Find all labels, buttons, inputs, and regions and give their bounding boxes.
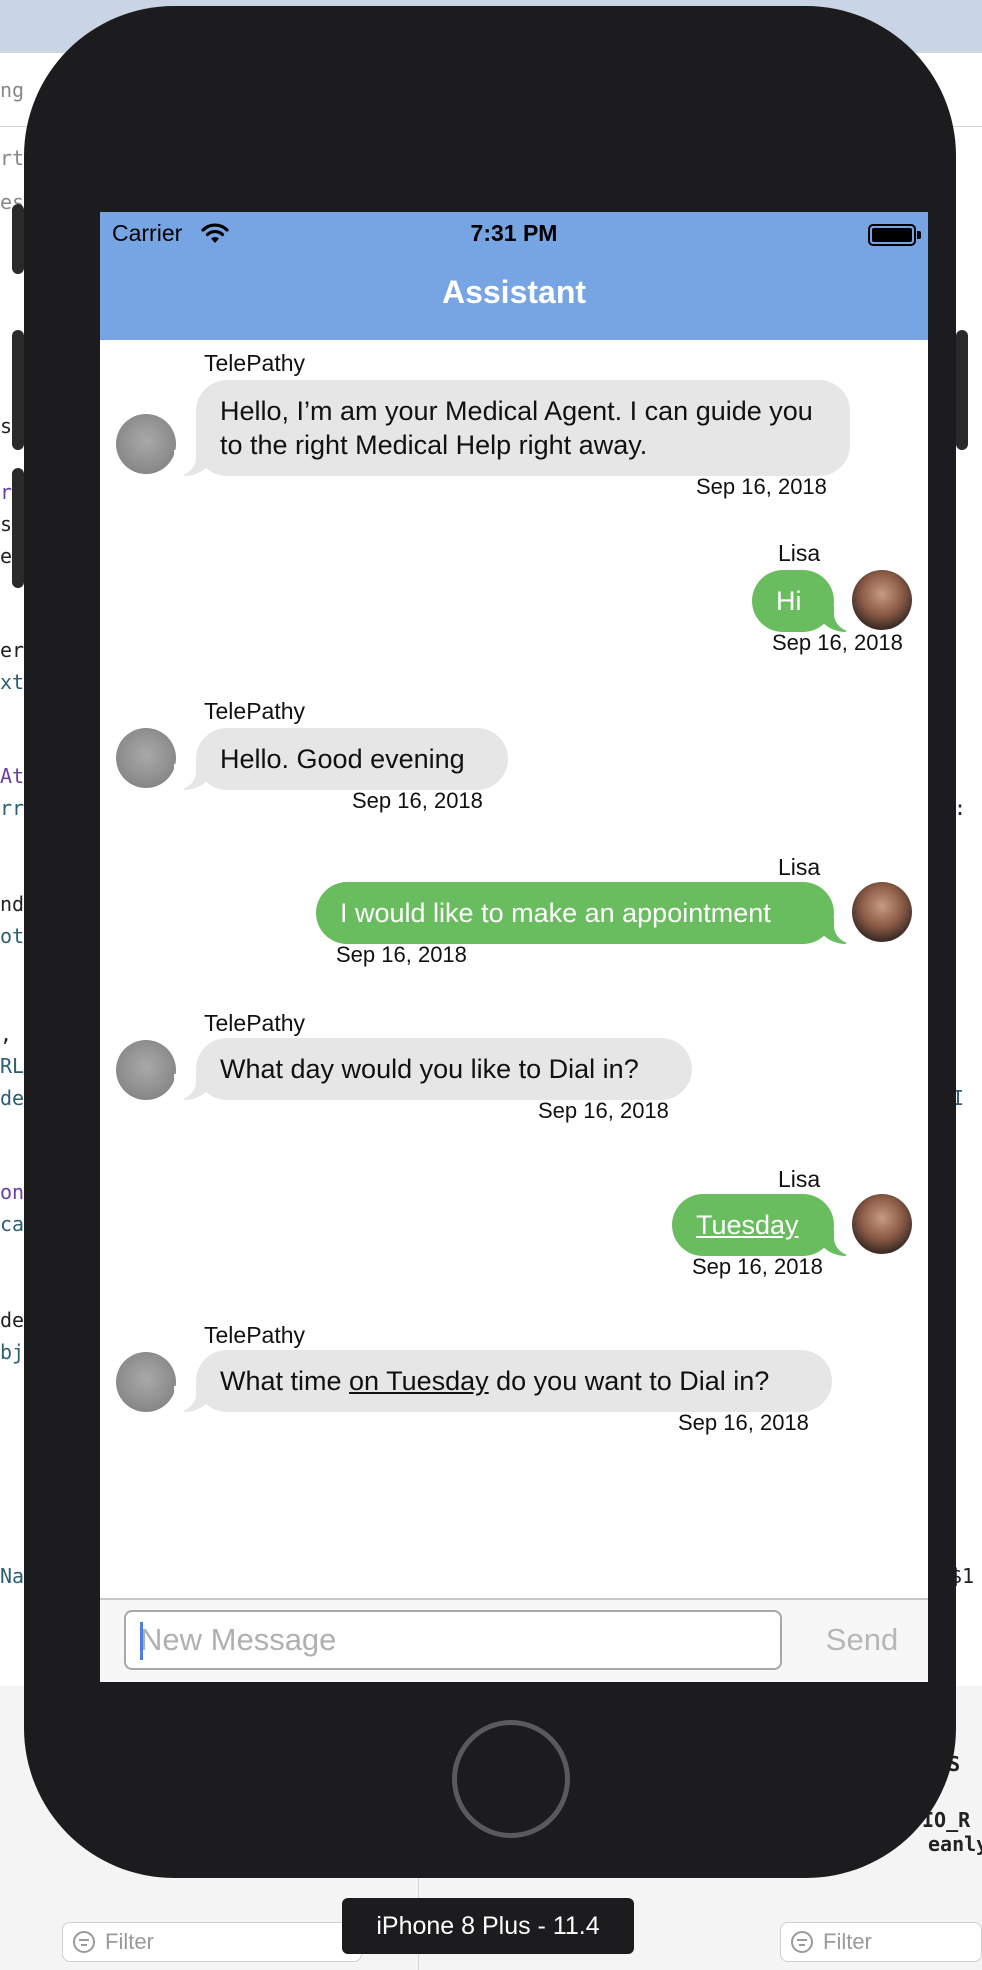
- message-timestamp: Sep 16, 2018: [692, 1254, 823, 1279]
- battery-icon: [868, 224, 916, 246]
- filter-field-left[interactable]: Filter: [62, 1922, 362, 1962]
- code-fragment: rr: [0, 796, 25, 820]
- code-fragment: on: [0, 1180, 25, 1204]
- code-fragment: xt: [0, 670, 25, 694]
- incoming-message-bubble[interactable]: Hello, I’m am your Medical Agent. I can …: [174, 380, 850, 476]
- send-button[interactable]: Send: [806, 1610, 918, 1670]
- message-text-after: do you want to Dial in?: [488, 1366, 770, 1396]
- side-tab: [12, 204, 24, 274]
- sender-name: Lisa: [778, 1166, 821, 1192]
- side-tab: [12, 468, 24, 588]
- sender-name: TelePathy: [204, 1010, 306, 1036]
- code-fragment: er: [0, 638, 25, 662]
- filter-icon: [791, 1931, 813, 1953]
- code-fragment: r: [0, 480, 13, 504]
- message-link-text[interactable]: on Tuesday: [349, 1366, 489, 1396]
- incoming-message-bubble[interactable]: What time on Tuesday do you want to Dial…: [174, 1350, 832, 1412]
- message-text: Hi: [776, 586, 802, 616]
- message-text: Hello, I’m am your Medical Agent. I can …: [220, 396, 813, 460]
- user-avatar[interactable]: [852, 882, 912, 942]
- message-text-before: What time: [220, 1366, 350, 1396]
- code-fragment: At: [0, 764, 25, 788]
- message-timestamp: Sep 16, 2018: [352, 788, 483, 813]
- message-timestamp: Sep 16, 2018: [696, 474, 827, 499]
- sender-name: Lisa: [778, 854, 821, 880]
- message-text: What day would you like to Dial in?: [220, 1054, 639, 1084]
- input-toolbar: Send: [100, 1598, 928, 1682]
- status-time: 7:31 PM: [470, 220, 558, 246]
- message-link-text[interactable]: Tuesday: [696, 1210, 799, 1240]
- text-caret: [140, 1622, 143, 1660]
- outgoing-message-bubble[interactable]: Hi: [752, 570, 856, 632]
- sender-name: TelePathy: [204, 698, 306, 724]
- bot-avatar[interactable]: [116, 1352, 176, 1412]
- bot-avatar[interactable]: [116, 728, 176, 788]
- filter-placeholder: Filter: [823, 1929, 872, 1954]
- user-avatar[interactable]: [852, 570, 912, 630]
- new-message-input[interactable]: [124, 1610, 782, 1670]
- user-avatar[interactable]: [852, 1194, 912, 1254]
- battery-tip: [917, 231, 921, 239]
- side-tab: [956, 330, 968, 450]
- message-timestamp: Sep 16, 2018: [678, 1410, 809, 1435]
- code-fragment: s: [0, 414, 13, 438]
- sender-name: Lisa: [778, 540, 821, 566]
- simulator-device-label: iPhone 8 Plus - 11.4: [342, 1898, 634, 1954]
- app-screen: Carrier 7:31 PM Assistant TelePathy Hell…: [100, 212, 928, 1682]
- filter-placeholder: Filter: [105, 1929, 154, 1954]
- incoming-message-bubble[interactable]: What day would you like to Dial in?: [174, 1038, 692, 1100]
- filter-icon: [73, 1931, 95, 1953]
- incoming-message-bubble[interactable]: Hello. Good evening: [174, 728, 508, 790]
- filter-field-right[interactable]: Filter: [780, 1922, 982, 1962]
- code-fragment: ng: [0, 78, 25, 102]
- home-button[interactable]: [452, 1720, 570, 1838]
- side-tab: [12, 330, 24, 450]
- navigation-bar: Carrier 7:31 PM Assistant: [100, 212, 928, 340]
- message-timestamp: Sep 16, 2018: [538, 1098, 669, 1123]
- bot-avatar[interactable]: [116, 414, 176, 474]
- outgoing-message-bubble[interactable]: Tuesday: [672, 1194, 856, 1256]
- sender-name: TelePathy: [204, 1322, 306, 1348]
- message-text: Hello. Good evening: [220, 744, 465, 774]
- bot-avatar[interactable]: [116, 1040, 176, 1100]
- nav-title: Assistant: [441, 274, 587, 310]
- code-fragment: eanly: [928, 1832, 982, 1856]
- code-fragment: bj: [0, 1340, 25, 1364]
- message-timestamp: Sep 16, 2018: [772, 630, 903, 655]
- code-fragment: e: [0, 544, 13, 568]
- iphone-device-frame: Carrier 7:31 PM Assistant TelePathy Hell…: [24, 6, 956, 1878]
- message-timestamp: Sep 16, 2018: [336, 942, 467, 967]
- outgoing-message-bubble[interactable]: I would like to make an appointment: [316, 882, 856, 944]
- sender-name: TelePathy: [204, 350, 306, 376]
- message-text: I would like to make an appointment: [340, 898, 771, 928]
